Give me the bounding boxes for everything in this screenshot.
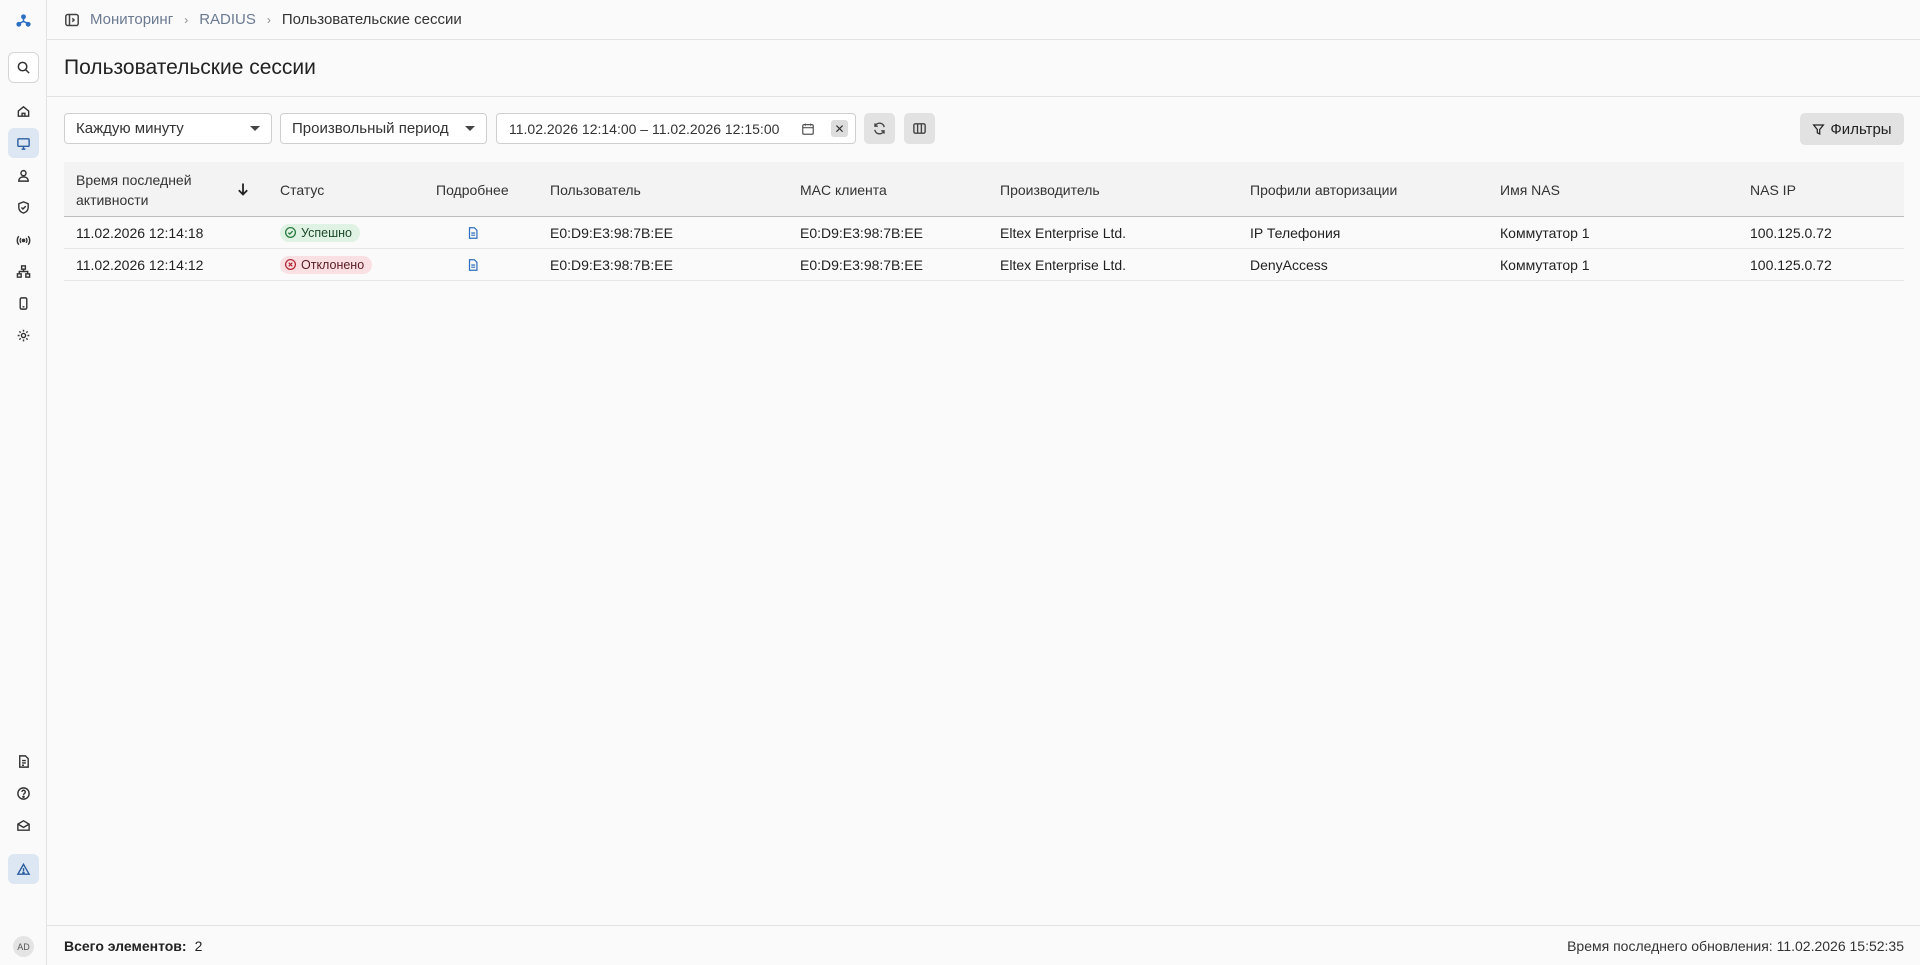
caret-down-icon xyxy=(465,126,475,131)
refresh-icon xyxy=(874,122,885,135)
filters-button[interactable]: Фильтры xyxy=(1800,113,1904,145)
breadcrumb-radius[interactable]: RADIUS xyxy=(199,11,256,28)
cell-user: E0:D9:E3:98:7B:EE xyxy=(550,224,673,241)
columns-icon xyxy=(913,123,926,134)
cell-nas-ip: 100.125.0.72 xyxy=(1750,256,1832,273)
total-count: 2 xyxy=(194,937,203,954)
cell-mac: E0:D9:E3:98:7B:EE xyxy=(800,224,923,241)
column-header-last-activity[interactable]: Время последней активности xyxy=(76,162,226,217)
cell-nas-name: Коммутатор 1 xyxy=(1500,224,1590,241)
period-value: Произвольный период xyxy=(292,120,449,137)
wireless-icon[interactable] xyxy=(8,224,39,254)
cell-auth-profile: DenyAccess xyxy=(1250,256,1328,273)
cell-vendor: Eltex Enterprise Ltd. xyxy=(1000,256,1127,273)
cell-time: 11.02.2026 12:14:12 xyxy=(76,256,204,273)
cell-nas-ip: 100.125.0.72 xyxy=(1750,224,1832,241)
columns-button[interactable] xyxy=(904,113,935,144)
avatar[interactable]: AD xyxy=(13,936,34,957)
last-updated: Время последнего обновления: 11.02.2026 … xyxy=(1567,937,1904,954)
monitor-icon[interactable] xyxy=(8,128,39,158)
page-header: Пользовательские сессии xyxy=(47,40,1920,97)
total-label: Всего элементов: xyxy=(64,937,187,954)
cell-status: Успешно xyxy=(280,217,360,248)
column-header-nas-ip[interactable]: NAS IP xyxy=(1750,162,1796,217)
column-header-auth-profiles[interactable]: Профили авторизации xyxy=(1250,162,1397,217)
gear-icon[interactable] xyxy=(8,320,39,350)
refresh-interval-select[interactable]: Каждую минуту xyxy=(64,113,272,144)
page-title: Пользовательские сессии xyxy=(64,56,316,79)
cell-user: E0:D9:E3:98:7B:EE xyxy=(550,256,673,273)
user-icon[interactable] xyxy=(8,160,39,190)
chevron-right-icon: › xyxy=(266,12,271,27)
column-header-mac[interactable]: MAC клиента xyxy=(800,162,887,217)
calendar-icon[interactable] xyxy=(801,122,815,136)
help-icon[interactable] xyxy=(8,778,39,808)
cell-details[interactable] xyxy=(466,249,480,280)
column-header-status[interactable]: Статус xyxy=(280,162,324,217)
home-icon[interactable] xyxy=(8,96,39,126)
date-range-input[interactable]: 11.02.2026 12:14:00 – 11.02.2026 12:15:0… xyxy=(496,113,856,144)
device-icon[interactable] xyxy=(8,288,39,318)
logo-icon[interactable] xyxy=(8,5,39,35)
breadcrumb-monitoring[interactable]: Мониторинг xyxy=(90,11,173,28)
status-text: Отклонено xyxy=(301,257,365,272)
caret-down-icon xyxy=(250,126,260,131)
refresh-button[interactable] xyxy=(864,113,895,144)
document-icon[interactable] xyxy=(466,258,480,272)
footer: Всего элементов: 2 Время последнего обно… xyxy=(47,925,1920,965)
status-badge: Успешно xyxy=(280,223,360,242)
search-icon[interactable] xyxy=(8,52,39,83)
cell-time: 11.02.2026 12:14:18 xyxy=(76,224,204,241)
alert-icon[interactable] xyxy=(8,854,39,884)
cell-nas-name: Коммутатор 1 xyxy=(1500,256,1590,273)
chevron-right-icon: › xyxy=(184,12,189,27)
check-circle-icon xyxy=(284,226,297,239)
cell-vendor: Eltex Enterprise Ltd. xyxy=(1000,224,1127,241)
table-row[interactable]: 11.02.2026 12:14:12 Отклонено E0:D9:E3:9… xyxy=(64,249,1904,281)
refresh-interval-value: Каждую минуту xyxy=(76,120,184,137)
cell-mac: E0:D9:E3:98:7B:EE xyxy=(800,256,923,273)
document-icon[interactable] xyxy=(466,226,480,240)
column-header-user[interactable]: Пользователь xyxy=(550,162,641,217)
sessions-table: Время последней активности Статус Подроб… xyxy=(64,162,1904,281)
status-badge: Отклонено xyxy=(280,255,373,274)
cell-status: Отклонено xyxy=(280,249,373,280)
license-icon[interactable] xyxy=(8,746,39,776)
table-row[interactable]: 11.02.2026 12:14:18 Успешно E0:D9:E3:98:… xyxy=(64,217,1904,249)
x-circle-icon xyxy=(284,258,297,271)
column-header-details: Подробнее xyxy=(436,181,509,198)
date-range-value: 11.02.2026 12:14:00 – 11.02.2026 12:15:0… xyxy=(509,120,780,137)
column-header-vendor[interactable]: Производитель xyxy=(1000,162,1100,217)
cell-details[interactable] xyxy=(466,217,480,248)
status-text: Успешно xyxy=(301,225,352,240)
breadcrumb-current: Пользовательские сессии xyxy=(281,11,462,28)
network-icon[interactable] xyxy=(8,256,39,286)
clear-date-button[interactable]: ✕ xyxy=(831,120,848,137)
shield-check-icon[interactable] xyxy=(8,192,39,222)
sidebar: AD xyxy=(0,0,47,965)
period-select[interactable]: Произвольный период xyxy=(280,113,487,144)
breadcrumb: Мониторинг › RADIUS › Пользовательские с… xyxy=(47,0,1920,40)
cell-auth-profile: IP Телефония xyxy=(1250,224,1341,241)
column-header-nas-name[interactable]: Имя NAS xyxy=(1500,162,1560,217)
table-header: Время последней активности Статус Подроб… xyxy=(64,162,1904,217)
filter-icon xyxy=(1812,123,1826,135)
sidebar-toggle-icon[interactable] xyxy=(64,12,80,28)
sort-desc-icon[interactable] xyxy=(235,181,251,197)
mail-icon[interactable] xyxy=(8,810,39,840)
filters-label: Фильтры xyxy=(1830,120,1892,138)
